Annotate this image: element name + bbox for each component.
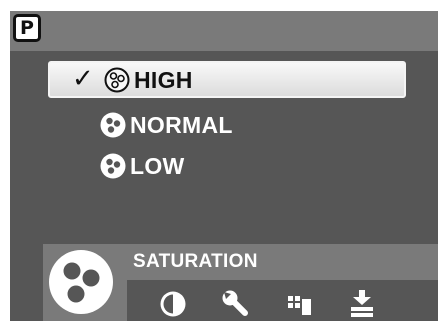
menu-item-low[interactable]: LOW (48, 149, 406, 186)
menu-item-label: HIGH (134, 67, 193, 93)
checkmark-icon: ✓ (72, 64, 94, 94)
contrast-icon[interactable] (158, 289, 188, 319)
menu-item-label: LOW (130, 153, 185, 179)
menu-item-normal[interactable]: NORMAL (48, 108, 406, 145)
saturation-icon (104, 67, 130, 93)
frame-stack-icon[interactable] (285, 289, 315, 319)
camera-menu-screen: P ✓ HIGH NORMAL LOW SATURATION (10, 11, 438, 321)
current-setting-icon-tab (43, 244, 127, 321)
menu-item-high[interactable]: ✓ HIGH (48, 61, 406, 98)
setting-name-bar: SATURATION (127, 244, 438, 280)
shooting-mode-badge: P (13, 14, 41, 42)
download-icon[interactable] (347, 289, 377, 319)
menu-item-label: NORMAL (130, 112, 233, 138)
saturation-icon (49, 250, 113, 314)
wrench-icon[interactable] (221, 289, 251, 319)
saturation-icon (100, 112, 126, 138)
setting-name: SATURATION (133, 251, 258, 272)
saturation-icon (100, 153, 126, 179)
top-bar: P (10, 11, 438, 51)
